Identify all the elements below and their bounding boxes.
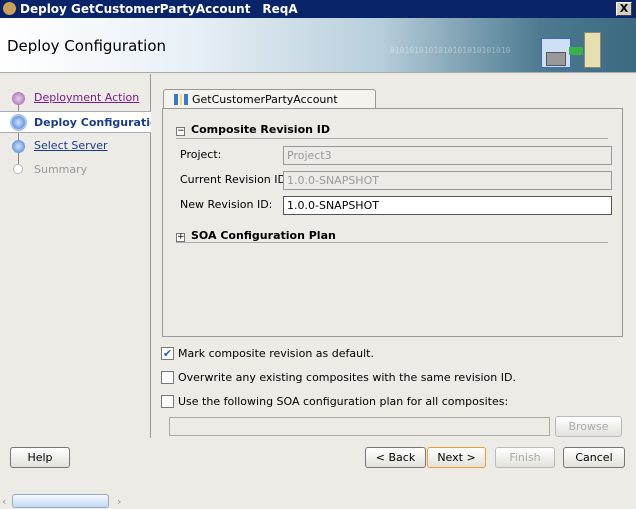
new-revision-label: New Revision ID: <box>180 198 273 211</box>
cancel-button[interactable]: Cancel <box>563 447 625 468</box>
plan-path-input <box>169 417 550 436</box>
step-summary: Summary <box>0 159 151 181</box>
back-button[interactable]: < Back <box>365 447 426 468</box>
mark-default-checkbox[interactable]: ✔ <box>161 347 174 360</box>
section-composite-revision[interactable]: − Composite Revision ID <box>176 123 330 136</box>
deploy-icon <box>538 30 603 70</box>
step-select-server[interactable]: Select Server <box>0 135 151 157</box>
visited-step-icon <box>12 92 25 105</box>
use-plan-checkbox[interactable] <box>161 395 174 408</box>
project-label: Project: <box>180 148 222 161</box>
wizard-header: Deploy Configuration 0101010101010101010… <box>0 18 636 73</box>
window-title: Deploy GetCustomerPartyAccount ReqA <box>20 2 298 16</box>
expand-icon[interactable]: + <box>176 233 185 242</box>
composite-icon <box>174 94 188 105</box>
finish-button: Finish <box>495 447 555 468</box>
current-step-icon <box>12 116 25 129</box>
new-revision-input[interactable]: 1.0.0-SNAPSHOT <box>283 196 612 215</box>
section-soa-plan[interactable]: + SOA Configuration Plan <box>176 229 336 242</box>
browse-button: Browse <box>555 416 622 437</box>
pending-step-icon <box>13 164 23 174</box>
overwrite-label: Overwrite any existing composites with t… <box>178 371 516 384</box>
step-icon <box>12 140 25 153</box>
mark-default-label: Mark composite revision as default. <box>178 347 374 360</box>
use-plan-label: Use the following SOA configuration plan… <box>178 395 509 408</box>
project-field: Project3 <box>283 146 612 165</box>
wizard-steps: Deployment Action Deploy Configuration S… <box>0 74 151 508</box>
app-icon <box>3 2 16 15</box>
current-revision-field: 1.0.0-SNAPSHOT <box>283 171 612 190</box>
scroll-left-icon[interactable]: ‹ <box>2 495 6 508</box>
tab-project[interactable]: GetCustomerPartyAccount ReqA <box>163 89 376 119</box>
step-deployment-action[interactable]: Deployment Action <box>0 87 151 109</box>
collapse-icon[interactable]: − <box>176 127 185 136</box>
close-button[interactable]: X <box>616 2 632 16</box>
page-title: Deploy Configuration <box>7 37 167 55</box>
divider <box>176 138 608 139</box>
next-button[interactable]: Next > <box>427 447 486 468</box>
divider <box>176 242 608 243</box>
step-deploy-configuration[interactable]: Deploy Configuration <box>0 111 151 133</box>
tab-panel <box>162 108 623 337</box>
title-bar: Deploy GetCustomerPartyAccount ReqA X <box>0 0 636 18</box>
overwrite-checkbox[interactable] <box>161 371 174 384</box>
current-revision-label: Current Revision ID: <box>180 173 290 186</box>
header-decoration: 0101010101010101010101010 <box>390 46 511 55</box>
horizontal-scrollbar[interactable]: ‹ › <box>2 494 148 509</box>
scroll-right-icon[interactable]: › <box>117 495 121 508</box>
help-button[interactable]: Help <box>10 447 70 468</box>
scrollbar-thumb[interactable] <box>12 494 109 508</box>
